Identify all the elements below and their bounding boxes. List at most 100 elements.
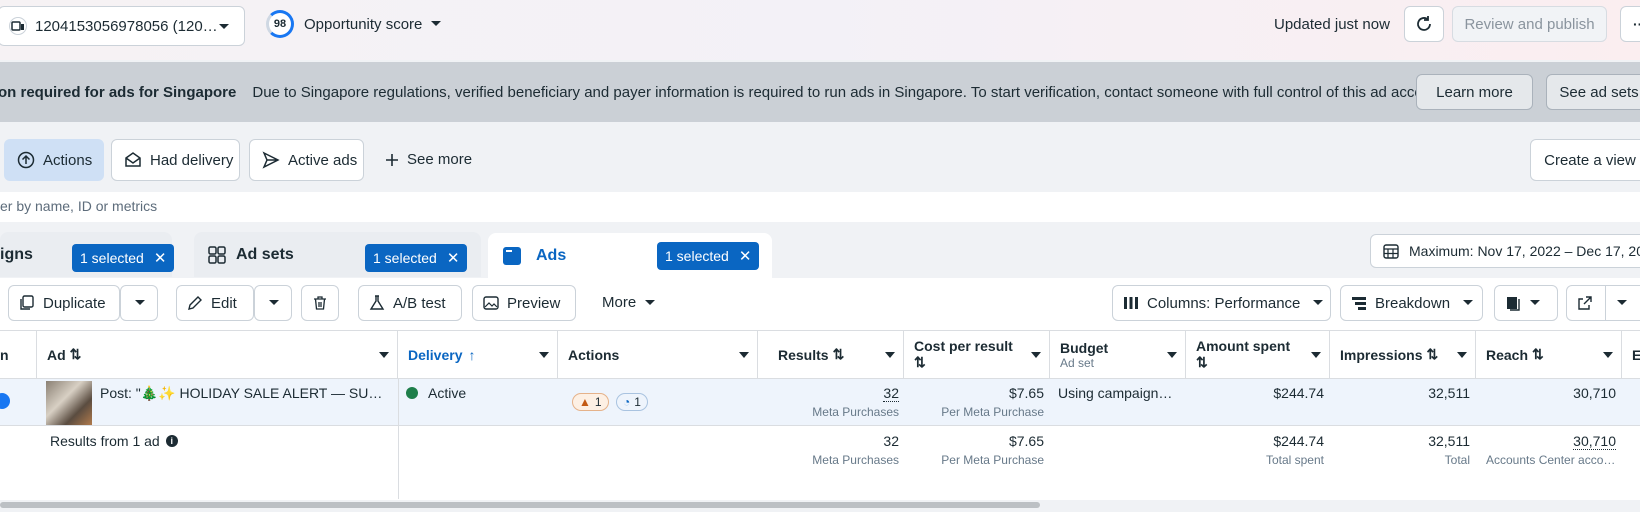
more-button[interactable]: More xyxy=(602,294,656,311)
learn-more-button[interactable]: Learn more xyxy=(1416,74,1533,110)
chevron-down-icon xyxy=(739,352,749,358)
info-icon[interactable]: i xyxy=(165,435,178,447)
close-icon[interactable]: ✕ xyxy=(739,247,752,265)
export-icon xyxy=(1567,295,1601,311)
column-header-budget-sublabel: Ad set xyxy=(1060,355,1095,370)
filter-actions-label: Actions xyxy=(43,151,93,169)
account-selector[interactable]: 1204153056978056 (120… xyxy=(0,6,245,46)
column-header-ad[interactable]: Ad ⇅ xyxy=(37,331,398,379)
campaigns-selected-chip[interactable]: 1 selected ✕ xyxy=(72,244,175,272)
breakdown-icon xyxy=(1341,295,1375,311)
duplicate-dropdown-button[interactable] xyxy=(120,285,158,321)
warning-icon: ▲ xyxy=(579,395,591,409)
edit-button[interactable]: Edit xyxy=(176,285,254,321)
singapore-verification-banner: on required for ads for Singapore Due to… xyxy=(0,62,1640,122)
sort-icon: ⇅ xyxy=(1426,346,1439,362)
chevron-down-icon xyxy=(1529,299,1541,307)
close-icon[interactable]: ✕ xyxy=(154,249,167,267)
edit-label: Edit xyxy=(211,294,237,312)
envelope-icon xyxy=(124,151,150,169)
impressions-value: 32,511 xyxy=(1428,385,1470,401)
cost-per-result-sublabel: Per Meta Purchase xyxy=(941,405,1044,419)
warning-badge[interactable]: ▲ 1 xyxy=(572,393,609,411)
filter-had-delivery-label: Had delivery xyxy=(150,151,234,169)
column-header-budget[interactable]: Budget Ad set xyxy=(1050,331,1186,379)
top-bar xyxy=(0,0,1640,60)
more-options-button[interactable]: ··· xyxy=(1620,6,1640,42)
see-more-button[interactable]: See more xyxy=(385,151,472,168)
column-header-cost-per-result[interactable]: Cost per result ⇅ xyxy=(904,331,1050,379)
date-range-picker[interactable]: Maximum: Nov 17, 2022 – Dec 17, 2022 xyxy=(1370,234,1640,268)
column-header-results[interactable]: Results ⇅ xyxy=(758,331,904,379)
sort-icon: ⇅ xyxy=(69,346,82,362)
chevron-down-icon xyxy=(539,352,549,358)
table-row[interactable]: Post: "🎄✨ HOLIDAY SALE ALERT — SU… Activ… xyxy=(0,379,1640,426)
send-icon xyxy=(262,151,288,169)
search-filter-input[interactable]: er by name, ID or metrics xyxy=(0,192,1640,222)
recommendation-icon: ◔ xyxy=(623,395,631,409)
duplicate-label: Duplicate xyxy=(43,294,106,312)
opportunity-score[interactable]: 98 Opportunity score xyxy=(266,10,442,38)
review-and-publish-button[interactable]: Review and publish xyxy=(1452,6,1607,42)
pencil-icon xyxy=(177,295,211,311)
summary-impressions: 32,511 xyxy=(1428,433,1470,449)
chevron-down-icon xyxy=(885,352,895,358)
chevron-down-icon xyxy=(1606,299,1636,307)
export-button[interactable] xyxy=(1566,285,1640,321)
recommendation-badge[interactable]: ◔ 1 xyxy=(616,393,648,411)
breakdown-button[interactable]: Breakdown xyxy=(1340,285,1483,321)
column-header-actions-label: Actions xyxy=(568,346,620,363)
edit-dropdown-button[interactable] xyxy=(254,285,292,321)
budget-value: Using campaign… xyxy=(1058,385,1173,401)
chevron-down-icon xyxy=(124,299,154,307)
column-header-amount-spent[interactable]: Amount spent ⇅ xyxy=(1186,331,1330,379)
duplicate-button[interactable]: Duplicate xyxy=(8,285,120,321)
date-range-label: Maximum: Nov 17, 2022 – Dec 17, 2022 xyxy=(1409,243,1640,259)
ab-test-button[interactable]: A/B test xyxy=(358,285,462,321)
column-header-actions[interactable]: Actions xyxy=(558,331,758,379)
filter-had-delivery[interactable]: Had delivery xyxy=(111,139,240,181)
column-header-results-label: Results xyxy=(778,346,829,363)
preview-button[interactable]: Preview xyxy=(472,285,576,321)
see-more-label: See more xyxy=(407,151,473,168)
account-name: 1204153056978056 (120… xyxy=(35,17,218,35)
preview-label: Preview xyxy=(507,294,561,312)
column-header-impressions[interactable]: Impressions ⇅ xyxy=(1330,331,1476,379)
delivery-status-label: Active xyxy=(428,385,467,401)
amount-spent-value: $244.74 xyxy=(1273,385,1324,401)
horizontal-scrollbar[interactable] xyxy=(0,502,1040,508)
column-header-ad-label: Ad xyxy=(47,346,66,363)
column-header-reach[interactable]: Reach ⇅ xyxy=(1476,331,1622,379)
see-ad-sets-button[interactable]: See ad sets xyxy=(1546,74,1640,110)
column-header-name[interactable]: n xyxy=(0,331,37,379)
summary-reach-number: 30,710 xyxy=(1573,433,1616,450)
ads-selected-chip[interactable]: 1 selected ✕ xyxy=(657,242,760,270)
column-header-delivery[interactable]: Delivery ↑ xyxy=(398,331,558,379)
columns-label: Columns: Performance xyxy=(1147,294,1301,312)
filter-actions[interactable]: Actions xyxy=(4,139,104,181)
results-value[interactable]: 32 xyxy=(760,385,899,402)
column-header-next[interactable]: E xyxy=(1622,331,1640,379)
chevron-down-icon xyxy=(644,299,656,307)
close-icon[interactable]: ✕ xyxy=(447,249,460,267)
ad-name-link[interactable]: Post: "🎄✨ HOLIDAY SALE ALERT — SU… xyxy=(100,385,382,402)
reports-icon xyxy=(1495,295,1529,311)
banner-message: Due to Singapore regulations, verified b… xyxy=(252,83,1448,101)
breakdown-label: Breakdown xyxy=(1375,294,1451,312)
refresh-button[interactable] xyxy=(1404,6,1444,42)
create-view-button[interactable]: Create a view xyxy=(1530,139,1640,181)
row-toggle[interactable] xyxy=(0,393,10,409)
reports-button[interactable] xyxy=(1494,285,1558,321)
filter-active-ads[interactable]: Active ads xyxy=(249,139,364,181)
trash-icon xyxy=(312,295,328,311)
cost-per-result-value: $7.65 xyxy=(1008,385,1044,401)
ab-test-label: A/B test xyxy=(393,294,446,312)
chevron-down-icon xyxy=(1603,352,1613,358)
columns-button[interactable]: Columns: Performance xyxy=(1112,285,1331,321)
delete-button[interactable] xyxy=(301,285,339,321)
column-header-next-label: E xyxy=(1632,346,1640,363)
ads-table: n Ad ⇅ Delivery ↑ Actions Results ⇅ Cost pe… xyxy=(0,330,1640,500)
ad-sets-selected-label: 1 selected xyxy=(373,250,437,266)
column-header-budget-label: Budget xyxy=(1060,339,1109,356)
ad-sets-selected-chip[interactable]: 1 selected ✕ xyxy=(365,244,468,272)
